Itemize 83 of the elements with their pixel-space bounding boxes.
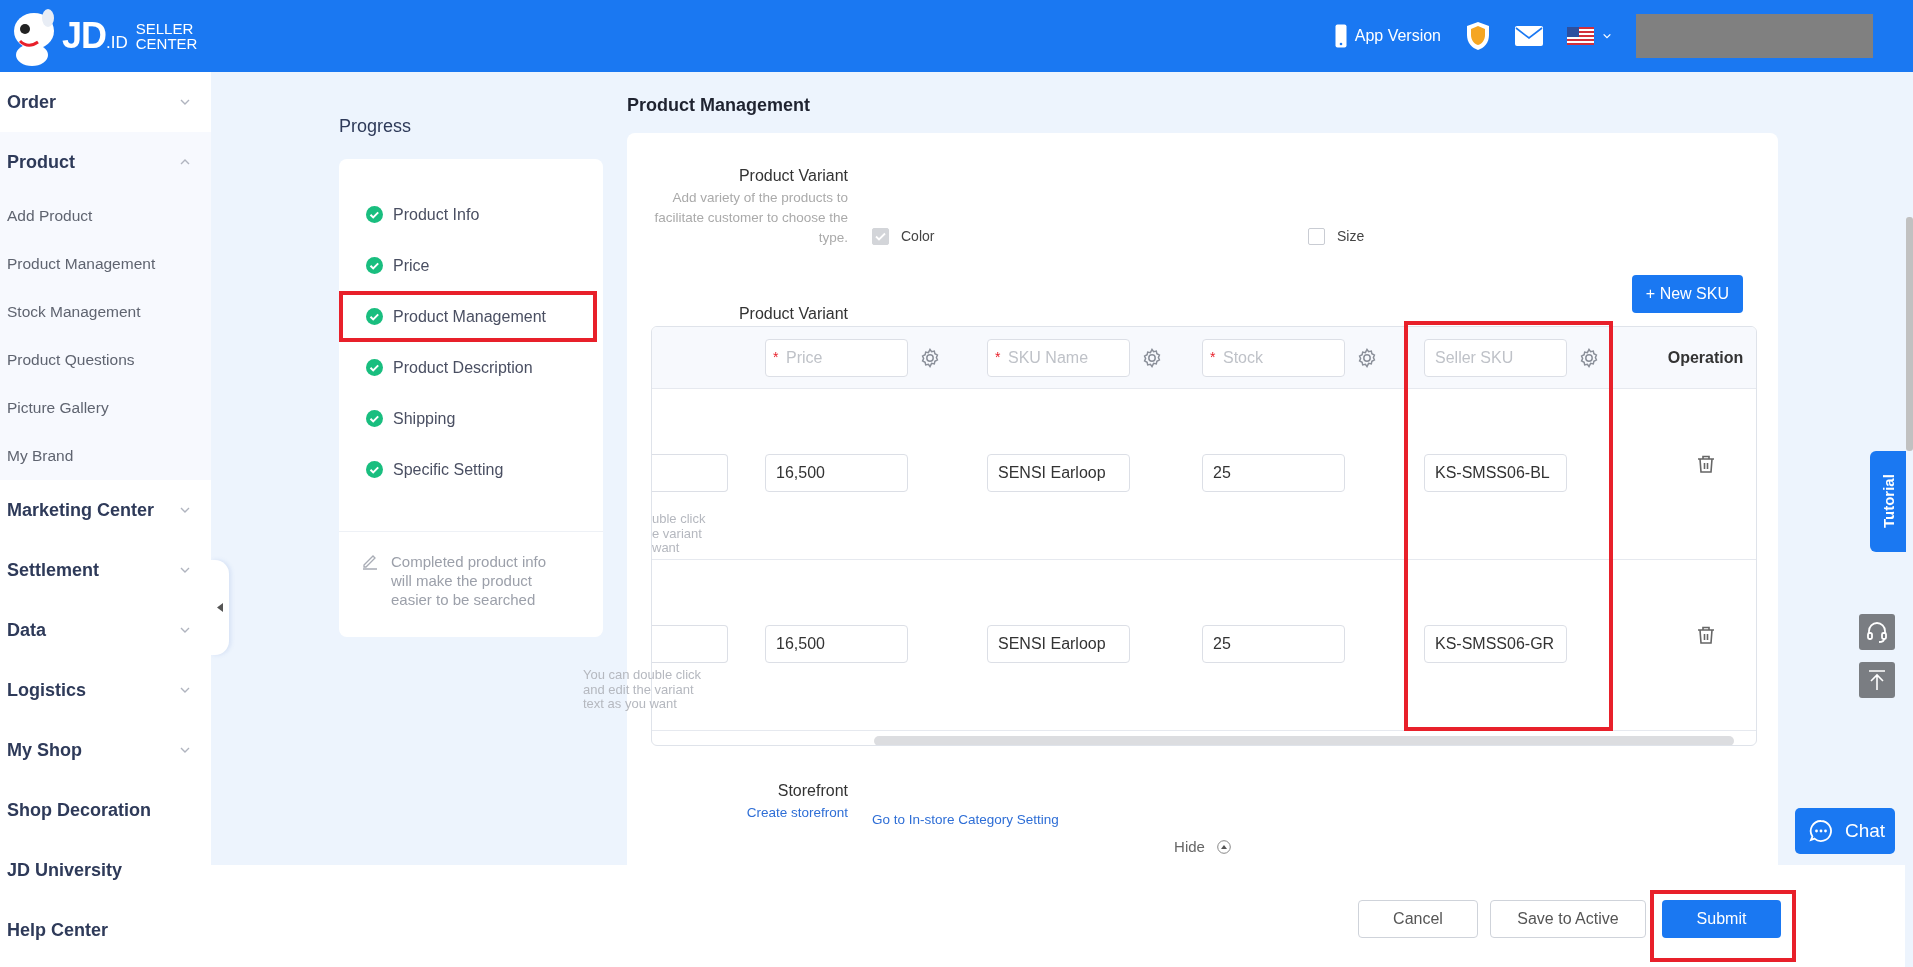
chat-button[interactable]: Chat — [1795, 808, 1895, 854]
settings-icon[interactable] — [1142, 347, 1162, 368]
back-to-top-button[interactable] — [1859, 662, 1895, 698]
logo-subtitle: SELLER CENTER — [135, 21, 199, 51]
sidebar-subitem[interactable]: Product Questions — [0, 336, 211, 384]
logo-wordmark: JD.ID — [62, 15, 128, 57]
progress-step[interactable]: Price — [339, 240, 597, 291]
sidebar-item[interactable]: Marketing Center — [0, 480, 211, 540]
support-button[interactable] — [1859, 614, 1895, 650]
progress-step[interactable]: Shipping — [339, 393, 597, 444]
required-mark: * — [1210, 349, 1216, 364]
checkbox[interactable] — [1308, 227, 1325, 245]
sidebar-item[interactable]: My Shop — [0, 720, 211, 780]
sidebar-item[interactable]: JD University — [0, 840, 211, 900]
settings-icon[interactable] — [1357, 347, 1377, 368]
field-label: Product Variant — [737, 304, 848, 324]
tutorial-tab[interactable]: Tutorial — [1870, 451, 1906, 552]
field-label: Storefront — [776, 781, 848, 801]
seller-sku-value-input[interactable]: KS-SMSS06-BL — [1424, 454, 1567, 492]
settings-icon[interactable] — [1579, 347, 1599, 368]
phone-icon — [1334, 24, 1347, 48]
sidebar-item[interactable]: Settlement — [0, 540, 211, 600]
progress-step[interactable]: Product Description — [339, 342, 597, 393]
chat-bubble-icon — [1809, 819, 1833, 843]
shield-icon — [1465, 21, 1491, 51]
footer-button[interactable]: Submit — [1662, 900, 1781, 938]
sku-name-value-input[interactable]: SENSI Earloop — [987, 454, 1130, 492]
sidebar-item[interactable]: Data — [0, 600, 211, 660]
sidebar-subitem[interactable]: My Brand — [0, 432, 211, 480]
settings-icon[interactable] — [920, 347, 940, 368]
sidebar-subitem[interactable]: Product Management — [0, 240, 211, 288]
page-title: Product Management — [627, 95, 812, 116]
hint-text: uble click e variant want — [652, 512, 707, 556]
checkbox-label: Size — [1337, 227, 1365, 246]
trash-icon[interactable] — [1695, 454, 1716, 474]
sidebar-item[interactable]: Order — [0, 72, 211, 132]
hide-toggle[interactable]: Hide — [1174, 838, 1231, 855]
mail-icon — [1515, 26, 1543, 46]
progress-step[interactable]: Product Info — [339, 189, 597, 240]
arrow-up-icon — [1867, 669, 1887, 691]
field-description: Add variety of the products to facilitate customer to choose the type. — [653, 189, 848, 247]
headset-icon — [1866, 621, 1888, 643]
sidebar-subitem[interactable]: Picture Gallery — [0, 384, 211, 432]
horizontal-scrollbar[interactable] — [874, 736, 1734, 745]
footer-button[interactable]: Save to Active — [1490, 900, 1646, 938]
sidebar-item[interactable]: Product — [0, 132, 211, 192]
hint-text: You can double click and edit the variant text as you want — [583, 668, 702, 712]
field-label: Product Variant — [737, 166, 848, 186]
variant-name-field[interactable] — [652, 454, 728, 492]
collapse-up-icon — [1216, 839, 1231, 854]
variant-name-field[interactable] — [652, 625, 728, 663]
new-sku-button[interactable]: + New SKU — [1631, 275, 1743, 313]
page-scrollbar[interactable] — [1906, 217, 1913, 451]
collapse-handle[interactable] — [211, 560, 229, 655]
sidebar-item[interactable]: Help Center — [0, 900, 211, 960]
seller-sku-value-input[interactable]: KS-SMSS06-GR — [1424, 625, 1567, 663]
section-title: Progress — [339, 116, 413, 137]
price-value-input[interactable]: 16,500 — [765, 625, 908, 663]
progress-step[interactable]: Product Management — [339, 291, 597, 342]
caret-left-icon — [217, 603, 223, 612]
create-storefront-link[interactable]: Create storefront — [627, 805, 848, 820]
checkbox-label: Color — [901, 227, 935, 246]
sidebar-item[interactable]: Logistics — [0, 660, 211, 720]
stock-value-input[interactable]: 25 — [1202, 454, 1345, 492]
footer-button[interactable]: Cancel — [1358, 900, 1478, 938]
trash-icon[interactable] — [1695, 625, 1716, 645]
column-header: Operation — [1667, 348, 1744, 367]
required-mark: * — [995, 349, 1001, 364]
category-setting-link[interactable]: Go to In-store Category Setting — [872, 812, 1059, 827]
sidebar-subitem[interactable]: Stock Management — [0, 288, 211, 336]
stock-value-input[interactable]: 25 — [1202, 625, 1345, 663]
required-mark: * — [773, 349, 779, 364]
caret-down-icon — [1602, 31, 1612, 41]
checkmark-icon — [875, 231, 886, 241]
price-value-input[interactable]: 16,500 — [765, 454, 908, 492]
sidebar-item[interactable]: Shop Decoration — [0, 780, 211, 840]
progress-step[interactable]: Specific Setting — [339, 444, 597, 495]
app-version-link[interactable]: App Version — [1334, 24, 1441, 48]
flag-icon — [1567, 27, 1594, 45]
sidebar-subitem[interactable]: Add Product — [0, 192, 211, 240]
column-header-input[interactable]: Seller SKU — [1424, 338, 1567, 377]
sku-name-value-input[interactable]: SENSI Earloop — [987, 625, 1130, 663]
progress-note: Completed product info will make the product easier to be searched — [391, 552, 548, 609]
